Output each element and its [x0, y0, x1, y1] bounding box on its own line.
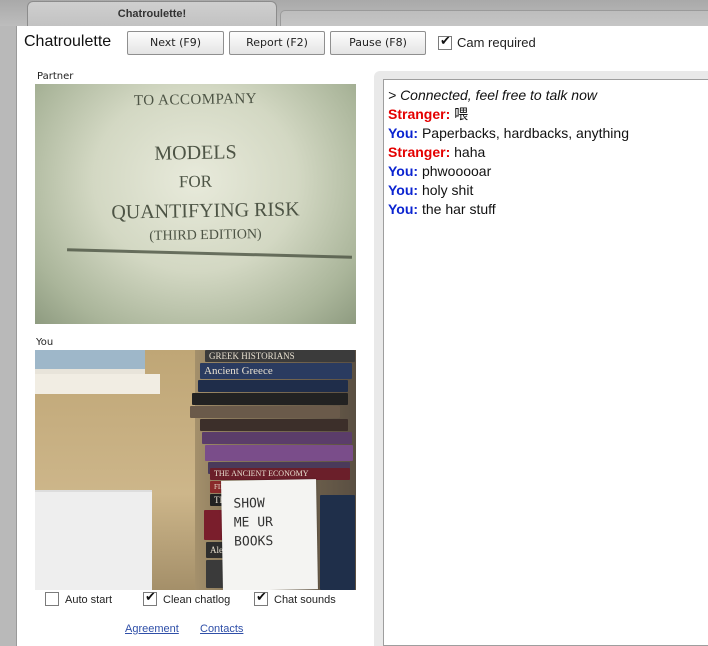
sign-line: BOOKS — [233, 533, 274, 550]
speaker-label: Stranger: — [388, 144, 451, 160]
you-video: GREEK HISTORIANS Ancient Greece THE ANCI… — [35, 350, 356, 590]
message-text: phwooooar — [421, 163, 492, 179]
sign-line: ME UR — [233, 514, 274, 531]
partner-video: TO ACCOMPANY MODELS FOR QUANTIFYING RISK… — [35, 84, 356, 324]
book-spine: Ancient Greece — [200, 363, 352, 379]
book-spine: THE ANCIENT ECONOMY — [210, 468, 350, 480]
chat-log[interactable]: > Connected, feel free to talk now Stran… — [383, 79, 708, 646]
chat-message: Stranger: haha — [388, 143, 708, 162]
speaker-label: You: — [388, 125, 419, 141]
speaker-label: Stranger: — [388, 106, 451, 122]
book-spine — [198, 380, 348, 392]
book-spine — [192, 393, 348, 405]
chat-message: You: Paperbacks, hardbacks, anything — [388, 124, 708, 143]
speaker-label: You: — [388, 182, 419, 198]
book-spine — [200, 419, 348, 431]
handwritten-sign: SHOW ME UR BOOKS — [221, 479, 318, 590]
chat-message: You: the har stuff — [388, 200, 708, 219]
system-message: > Connected, feel free to talk now — [388, 87, 597, 103]
you-caption: You — [36, 337, 54, 348]
clean-chatlog-option[interactable]: Clean chatlog — [143, 590, 231, 607]
auto-start-option[interactable]: Auto start — [45, 592, 113, 607]
chat-panel: > Connected, feel free to talk now Stran… — [374, 71, 708, 646]
chat-sounds-checkbox[interactable] — [254, 590, 268, 607]
chat-sounds-option[interactable]: Chat sounds — [254, 590, 336, 607]
auto-start-checkbox[interactable] — [45, 592, 59, 607]
cam-required-label: Cam required — [457, 35, 536, 50]
app-window: Chatroulette Next (F9) Report (F2) Pause… — [16, 26, 708, 646]
cover-line-3: FOR — [178, 171, 213, 192]
sign-line: SHOW — [233, 496, 265, 512]
browser-tab[interactable]: Chatroulette! — [27, 1, 277, 26]
book-spine — [205, 445, 353, 461]
message-text: holy shit — [421, 182, 474, 198]
book-spine — [202, 432, 352, 444]
chat-sounds-label: Chat sounds — [274, 594, 336, 606]
clean-chatlog-checkbox[interactable] — [143, 590, 157, 607]
chat-message: You: phwooooar — [388, 162, 708, 181]
cover-rule — [67, 248, 352, 259]
toolbar: Chatroulette Next (F9) Report (F2) Pause… — [17, 26, 708, 61]
contacts-link[interactable]: Contacts — [200, 623, 243, 635]
window-sill — [35, 374, 160, 394]
cover-line-2: MODELS — [154, 141, 237, 165]
chat-message: You: holy shit — [388, 181, 708, 200]
cam-required-checkbox[interactable] — [438, 34, 452, 50]
tab-strip-edge — [280, 10, 708, 26]
next-button[interactable]: Next (F9) — [127, 31, 224, 55]
speaker-label: You: — [388, 201, 419, 217]
browser-tab-strip: Chatroulette! — [0, 0, 708, 26]
agreement-link[interactable]: Agreement — [125, 623, 179, 635]
message-text: 喂 — [454, 106, 469, 122]
book-spine: GREEK HISTORIANS — [205, 350, 355, 362]
report-button[interactable]: Report (F2) — [229, 31, 325, 55]
app-title: Chatroulette — [24, 33, 112, 50]
cam-required-option[interactable]: Cam required — [438, 34, 536, 50]
cover-line-5: (THIRD EDITION) — [149, 227, 262, 244]
auto-start-label: Auto start — [65, 594, 113, 606]
message-text: haha — [454, 144, 486, 160]
message-text: Paperbacks, hardbacks, anything — [421, 125, 629, 141]
cover-line-4: QUANTIFYING RISK — [111, 198, 300, 224]
partner-caption: Partner — [37, 71, 74, 82]
book-spine — [190, 406, 340, 418]
white-box — [35, 490, 152, 590]
pause-button[interactable]: Pause (F8) — [330, 31, 426, 55]
message-text: the har stuff — [421, 201, 496, 217]
book-spine — [320, 495, 355, 590]
chat-message: Stranger: 喂 — [388, 105, 708, 124]
speaker-label: You: — [388, 163, 419, 179]
cover-line-1: TO ACCOMPANY — [133, 90, 258, 110]
clean-chatlog-label: Clean chatlog — [163, 594, 231, 606]
window-pane — [35, 350, 145, 374]
